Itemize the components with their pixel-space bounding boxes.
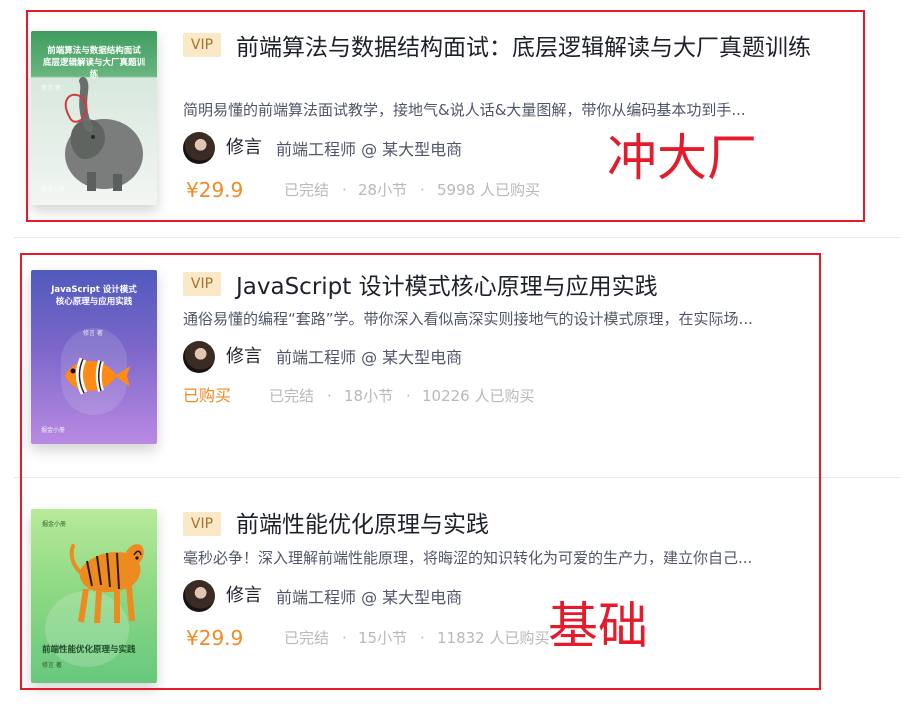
annotation-label-top: 冲大厂 xyxy=(607,129,757,187)
annotation-label-bottom: 基础 xyxy=(548,597,648,655)
annotation-box-bottom xyxy=(20,253,821,690)
annotation-box-top xyxy=(26,10,865,222)
course-list: 前端算法与数据结构面试 底层逻辑解读与大厂真题训练 修言 著 掘金小册 VIP … xyxy=(0,0,914,718)
